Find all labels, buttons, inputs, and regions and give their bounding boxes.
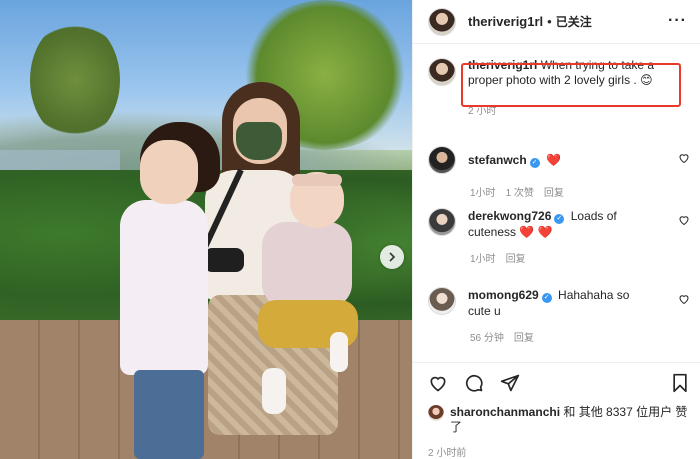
- comment-text: stefanwch ✓ ❤️: [468, 146, 648, 168]
- like-comment-heart-icon[interactable]: [678, 152, 690, 164]
- commenter-avatar[interactable]: [428, 146, 456, 174]
- verified-icon: ✓: [554, 214, 565, 224]
- comment-text: momong629 ✓ Hahahaha so cute u: [468, 287, 648, 319]
- share-button[interactable]: [499, 372, 521, 394]
- caption-highlight-box: [461, 63, 681, 107]
- comment-time: 1小时: [470, 188, 496, 199]
- post-time: 2 小时前: [428, 448, 467, 459]
- like-comment-heart-icon[interactable]: [678, 293, 690, 305]
- comment-time: 56 分钟: [470, 333, 504, 344]
- next-photo-button[interactable]: [380, 245, 404, 269]
- author-avatar[interactable]: [428, 7, 456, 36]
- more-options-icon[interactable]: ···: [668, 12, 687, 30]
- photo-tree: [30, 20, 120, 140]
- comment-meta: 1小时 1 次赞 回复: [470, 184, 690, 199]
- verified-icon: ✓: [529, 158, 540, 168]
- comment-text: derekwong726 ✓ Loads of cuteness ❤️ ❤️: [468, 208, 648, 240]
- follow-status[interactable]: 已关注: [556, 13, 592, 30]
- reply-button[interactable]: 回复: [544, 184, 564, 199]
- commenter-avatar[interactable]: [428, 287, 456, 315]
- paper-plane-icon: [500, 374, 520, 391]
- commenter-avatar[interactable]: [428, 208, 456, 236]
- baby-sock: [330, 332, 348, 372]
- likes-text: sharonchanmanchi 和 其他 8337 位用户 赞了: [450, 405, 690, 435]
- caption-avatar[interactable]: [428, 58, 456, 86]
- baby-top: [262, 222, 352, 308]
- baby-sock: [262, 368, 286, 414]
- face-mask: [236, 122, 282, 160]
- save-button[interactable]: [669, 372, 691, 394]
- post-panel: theriverig1rl • 已关注 ··· theriverig1rl Wh…: [412, 0, 700, 459]
- caption: theriverig1rl When trying to take a prop…: [428, 58, 690, 117]
- comment-username[interactable]: momong629: [468, 288, 539, 302]
- bag: [204, 248, 244, 272]
- comment-time: 1小时: [470, 254, 496, 265]
- author-username[interactable]: theriverig1rl: [468, 14, 543, 29]
- comment-button[interactable]: [463, 372, 485, 394]
- liker-username[interactable]: sharonchanmanchi: [450, 405, 560, 419]
- liker-avatar[interactable]: [428, 405, 444, 421]
- post-header: theriverig1rl • 已关注 ···: [413, 0, 700, 44]
- comment-body: ❤️: [546, 153, 561, 167]
- comment-item: stefanwch ✓ ❤️ 1小时 1 次赞 回复: [428, 146, 690, 199]
- post-photo[interactable]: [0, 0, 412, 459]
- comment-meta: 1小时 回复: [470, 250, 690, 265]
- action-bar: [413, 362, 700, 402]
- bookmark-icon: [673, 373, 687, 393]
- verified-icon: ✓: [541, 293, 552, 303]
- comment-bubble-icon: [465, 374, 483, 392]
- baby-headband: [292, 174, 342, 186]
- comment-item: derekwong726 ✓ Loads of cuteness ❤️ ❤️ 1小…: [428, 208, 690, 265]
- heart-icon: [430, 376, 446, 391]
- girl-face: [140, 140, 198, 204]
- like-button[interactable]: [427, 372, 449, 394]
- reply-button[interactable]: 回复: [514, 329, 534, 344]
- chevron-right-icon: [389, 252, 396, 262]
- girl-top: [120, 200, 208, 375]
- separator-dot: •: [547, 14, 552, 29]
- comment-likes[interactable]: 1 次赞: [506, 184, 534, 199]
- comment-item: momong629 ✓ Hahahaha so cute u 56 分钟 回复: [428, 287, 690, 344]
- reply-button[interactable]: 回复: [506, 250, 526, 265]
- comment-meta: 56 分钟 回复: [470, 329, 690, 344]
- comment-username[interactable]: stefanwch: [468, 153, 527, 167]
- comment-username[interactable]: derekwong726: [468, 209, 551, 223]
- likes-summary: sharonchanmanchi 和 其他 8337 位用户 赞了: [428, 405, 690, 435]
- girl-jeans: [134, 370, 204, 459]
- like-comment-heart-icon[interactable]: [678, 214, 690, 226]
